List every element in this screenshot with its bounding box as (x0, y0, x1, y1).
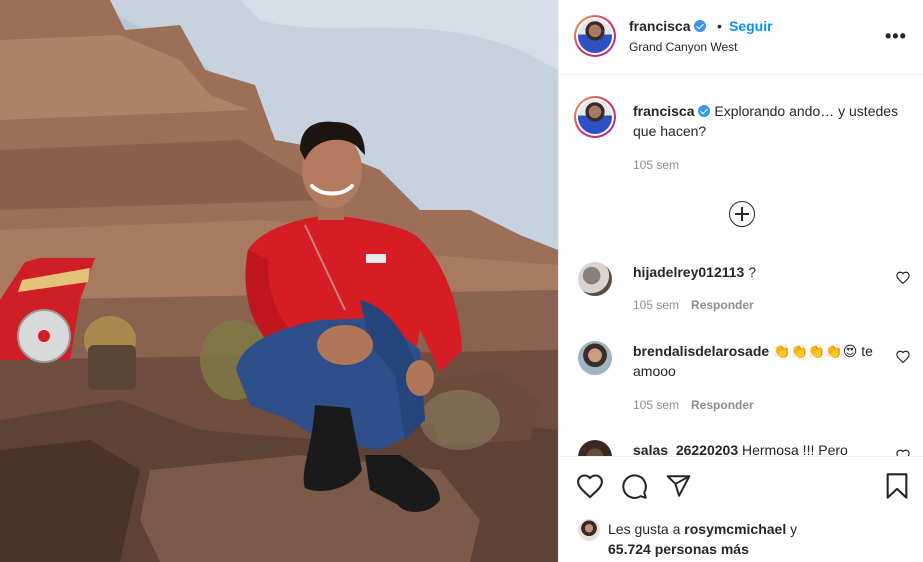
comment-time[interactable]: 105 sem (633, 298, 679, 312)
more-options-icon[interactable]: ••• (885, 26, 907, 47)
likes-connector: y (790, 521, 798, 537)
like-heart-icon[interactable] (576, 473, 604, 499)
comment-username[interactable]: salas_26220203 (633, 442, 738, 456)
comment-clip: salas_26220203 Hermosa !!! Pero (559, 440, 923, 456)
comment-item: salas_26220203 Hermosa !!! Pero (633, 440, 893, 456)
save-bookmark-icon[interactable] (885, 472, 909, 500)
comment-username[interactable]: hijadelrey012113 (633, 264, 744, 280)
comment-bubble-icon[interactable] (621, 473, 648, 500)
reply-button[interactable]: Responder (691, 298, 754, 312)
likes-prefix: Les gusta a (608, 521, 681, 537)
comment-meta: 105 sem Responder (633, 298, 754, 312)
post-viewer: francisca • Seguir Grand Canyon West •••… (0, 0, 923, 562)
comment-avatar[interactable] (578, 341, 612, 375)
liker-avatar[interactable] (578, 519, 600, 541)
verified-badge-icon (694, 20, 707, 32)
author-username[interactable]: francisca (629, 18, 707, 34)
likes-summary: Les gusta a rosymcmichael y 65.724 perso… (608, 519, 797, 559)
caption-time[interactable]: 105 sem (633, 158, 679, 172)
post-photo[interactable] (0, 0, 558, 562)
author-avatar[interactable] (574, 15, 616, 57)
liker-username[interactable]: rosymcmichael (684, 521, 786, 537)
comment-text: ? (748, 264, 756, 280)
comment-like-heart-icon[interactable] (896, 350, 910, 363)
comment-like-heart-icon[interactable] (896, 449, 910, 456)
post-photo-scene (0, 0, 558, 562)
reply-button[interactable]: Responder (691, 398, 754, 412)
comment-item: brendalisdelarosade 👏👏👏👏😍 te amooo (633, 341, 893, 381)
follow-button[interactable]: Seguir (729, 18, 773, 34)
comment-username[interactable]: brendalisdelarosade (633, 343, 769, 359)
caption-username[interactable]: francisca (633, 103, 694, 119)
share-send-icon[interactable] (665, 473, 692, 499)
comment-like-heart-icon[interactable] (896, 271, 910, 284)
likes-count[interactable]: 65.724 personas más (608, 541, 749, 557)
post-side-panel: francisca • Seguir Grand Canyon West •••… (558, 0, 923, 562)
comment-time[interactable]: 105 sem (633, 398, 679, 412)
author-username-label[interactable]: francisca (629, 18, 690, 34)
load-more-comments-icon[interactable] (729, 201, 755, 227)
header-separator: • (717, 18, 722, 34)
verified-badge-icon (698, 105, 711, 117)
action-bar: Les gusta a rosymcmichael y 65.724 perso… (559, 456, 923, 562)
comment-avatar[interactable] (578, 262, 612, 296)
comment-item: hijadelrey012113 ? (633, 262, 893, 282)
post-caption: francisca Explorando ando… y ustedes que… (633, 101, 913, 141)
caption-avatar[interactable] (574, 96, 616, 138)
comment-avatar[interactable] (578, 440, 612, 456)
post-location[interactable]: Grand Canyon West (629, 40, 738, 54)
post-header: francisca • Seguir Grand Canyon West ••• (559, 0, 923, 75)
comment-meta: 105 sem Responder (633, 398, 754, 412)
comment-text: Hermosa !!! Pero (742, 442, 848, 456)
